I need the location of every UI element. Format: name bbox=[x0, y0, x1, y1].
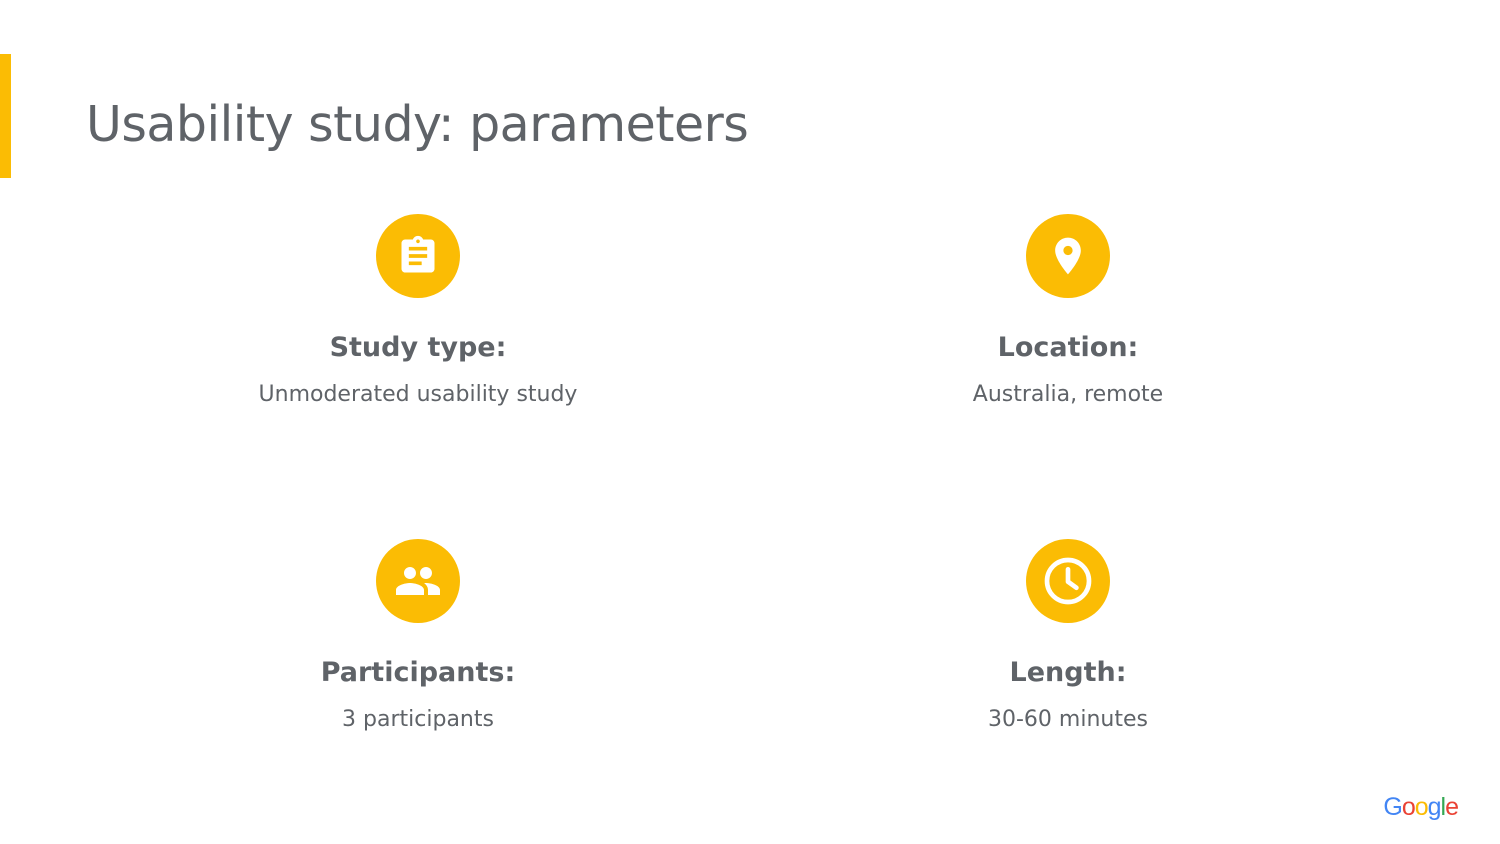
people-icon bbox=[376, 539, 460, 623]
param-participants: Participants: 3 participants bbox=[158, 539, 678, 735]
param-label: Length: bbox=[1009, 657, 1127, 688]
param-label: Study type: bbox=[329, 332, 507, 363]
param-value: Australia, remote bbox=[972, 382, 1164, 407]
param-location: Location: Australia, remote bbox=[808, 214, 1328, 410]
param-value: 30-60 minutes bbox=[988, 707, 1148, 732]
param-label: Participants: bbox=[320, 657, 516, 688]
slide-title: Usability study: parameters bbox=[86, 96, 749, 153]
logo-letter: e bbox=[1445, 793, 1459, 821]
google-logo: Google bbox=[1383, 793, 1459, 822]
logo-letter: g bbox=[1427, 793, 1442, 821]
param-study-type: Study type: Unmoderated usability study bbox=[158, 214, 678, 410]
clock-icon bbox=[1026, 539, 1110, 623]
logo-letter: o bbox=[1401, 793, 1416, 821]
param-value: Unmoderated usability study bbox=[258, 382, 578, 407]
accent-bar bbox=[0, 54, 11, 178]
param-value: 3 participants bbox=[342, 707, 494, 732]
param-label: Location: bbox=[997, 332, 1139, 363]
logo-letter: o bbox=[1414, 793, 1429, 821]
clipboard-icon bbox=[376, 214, 460, 298]
location-pin-icon bbox=[1026, 214, 1110, 298]
logo-letter: G bbox=[1383, 793, 1402, 821]
param-length: Length: 30-60 minutes bbox=[808, 539, 1328, 735]
